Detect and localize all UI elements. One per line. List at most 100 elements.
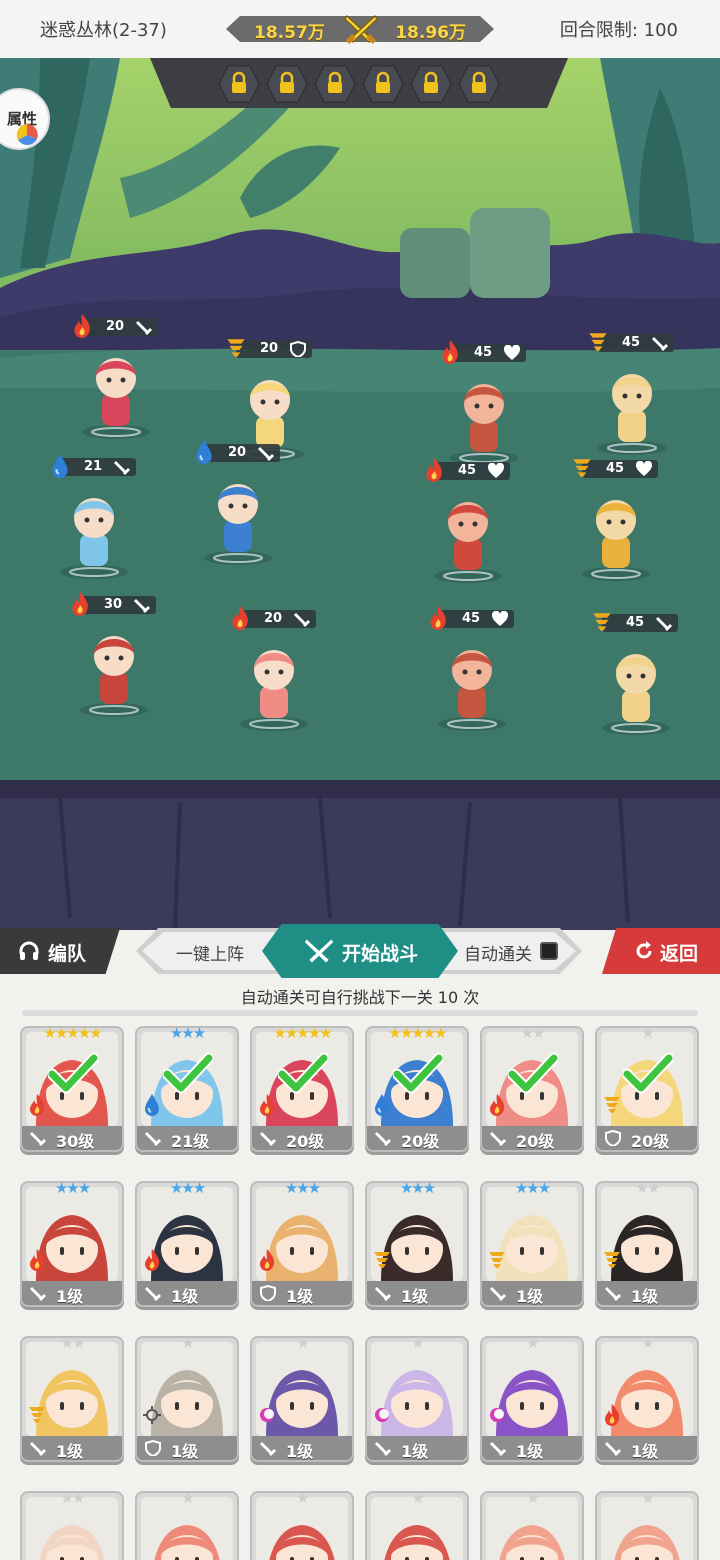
wind-icon bbox=[572, 456, 592, 484]
level-bar: 20级 bbox=[597, 1126, 697, 1151]
star-rating: ★ bbox=[526, 1489, 539, 1507]
enemy-level-tag: 45 bbox=[572, 458, 668, 480]
hero-card[interactable]: ★★ 1级 bbox=[595, 1179, 699, 1307]
star-rating: ★ bbox=[181, 1489, 194, 1507]
hero-card[interactable]: ★ 1级 bbox=[250, 1334, 354, 1462]
star-rating: ★ bbox=[641, 1334, 654, 1352]
enemy-unit[interactable] bbox=[576, 482, 656, 586]
hero-card[interactable]: ★★★★★ 20级 bbox=[365, 1024, 469, 1152]
star-rating: ★ bbox=[641, 1024, 654, 1042]
hero-card[interactable]: ★ bbox=[250, 1489, 354, 1560]
star-rating: ★ bbox=[181, 1334, 194, 1352]
unit-level: 21 bbox=[84, 459, 103, 474]
wind-icon bbox=[28, 1404, 46, 1426]
star-rating: ★★★★★ bbox=[388, 1024, 447, 1042]
unit-level: 45 bbox=[458, 463, 477, 478]
wind-icon bbox=[603, 1249, 621, 1271]
headset-icon bbox=[19, 941, 39, 960]
hero-card[interactable]: ★ 1级 bbox=[135, 1334, 239, 1462]
unit-level: 45 bbox=[462, 611, 481, 626]
enemy-unit[interactable] bbox=[592, 356, 672, 460]
hero-level: 1级 bbox=[286, 1442, 314, 1461]
sword-icon bbox=[30, 1285, 46, 1301]
enemy-unit[interactable] bbox=[428, 484, 508, 588]
level-bar: 1级 bbox=[252, 1436, 352, 1461]
sword-icon bbox=[30, 1440, 46, 1456]
sword-icon bbox=[605, 1440, 621, 1456]
star-rating: ★★★ bbox=[54, 1179, 91, 1197]
star-rating: ★ bbox=[296, 1334, 309, 1352]
water-icon bbox=[50, 454, 70, 482]
hero-card[interactable]: ★★★★★ 20级 bbox=[250, 1024, 354, 1152]
hero-card[interactable]: ★★★ 1级 bbox=[250, 1179, 354, 1307]
hero-card[interactable]: ★ bbox=[595, 1489, 699, 1560]
hero-level: 1级 bbox=[631, 1287, 659, 1306]
crossed-swords-icon bbox=[304, 939, 334, 963]
level-bar: 1级 bbox=[22, 1281, 122, 1306]
hero-card[interactable]: ★★★ 1级 bbox=[365, 1179, 469, 1307]
hero-card[interactable]: ★ 20级 bbox=[595, 1024, 699, 1152]
hero-level: 20级 bbox=[286, 1132, 325, 1151]
ally-unit[interactable] bbox=[198, 466, 278, 570]
hero-card[interactable]: ★★ 1级 bbox=[20, 1334, 124, 1462]
enemy-unit[interactable] bbox=[444, 366, 524, 470]
star-rating: ★ bbox=[296, 1489, 309, 1507]
hero-level: 1级 bbox=[401, 1442, 429, 1461]
hero-card[interactable]: ★★★ 1级 bbox=[135, 1179, 239, 1307]
start-battle-label: 开始战斗 bbox=[342, 943, 419, 965]
sword-icon bbox=[30, 1130, 46, 1146]
auto-clear-checkbox[interactable] bbox=[540, 942, 558, 960]
sword-icon bbox=[145, 1285, 161, 1301]
crossed-swords-icon bbox=[344, 15, 378, 44]
sword-icon bbox=[490, 1130, 506, 1146]
sword-icon bbox=[605, 1285, 621, 1301]
hero-card[interactable]: ★★★★★ 30级 bbox=[20, 1024, 124, 1152]
ally-unit[interactable] bbox=[74, 618, 154, 722]
shield-icon bbox=[290, 340, 306, 361]
level-bar: 1级 bbox=[137, 1281, 237, 1306]
hero-card[interactable]: ★★★ 21级 bbox=[135, 1024, 239, 1152]
ally-level-tag: 20 bbox=[226, 338, 322, 360]
hero-card[interactable]: ★ bbox=[480, 1489, 584, 1560]
hero-card[interactable]: ★ bbox=[135, 1489, 239, 1560]
quick-deploy-button[interactable]: 一键上阵 bbox=[176, 940, 244, 965]
hero-card[interactable]: ★ bbox=[365, 1489, 469, 1560]
sword-icon bbox=[375, 1440, 391, 1456]
wind-icon bbox=[592, 610, 612, 638]
hero-card[interactable]: ★★★ 1级 bbox=[20, 1179, 124, 1307]
hero-card[interactable]: ★★★ 1级 bbox=[480, 1179, 584, 1307]
enemy-unit[interactable] bbox=[432, 632, 512, 736]
hero-level: 1级 bbox=[631, 1442, 659, 1461]
hero-card[interactable]: ★ 1级 bbox=[595, 1334, 699, 1462]
auto-clear-hint: 自动通关可自行挑战下一关 10 次 bbox=[240, 988, 480, 1007]
enemy-unit[interactable] bbox=[596, 636, 676, 740]
ally-unit[interactable] bbox=[76, 340, 156, 444]
back-button[interactable]: 返回 bbox=[602, 928, 720, 974]
hero-card[interactable]: ★★ bbox=[20, 1489, 124, 1560]
ally-unit[interactable] bbox=[234, 632, 314, 736]
start-battle-button[interactable]: 开始战斗 bbox=[262, 924, 458, 978]
fire-icon bbox=[440, 340, 460, 368]
hero-card[interactable]: ★★ 20级 bbox=[480, 1024, 584, 1152]
level-bar: 1级 bbox=[137, 1436, 237, 1461]
fire-icon bbox=[28, 1094, 46, 1116]
ally-level-tag: 20 bbox=[194, 440, 290, 464]
ally-unit[interactable] bbox=[54, 480, 134, 584]
wind-icon bbox=[226, 336, 246, 364]
sword-icon bbox=[260, 1440, 276, 1456]
fire-icon bbox=[424, 458, 444, 486]
lock-icon bbox=[362, 65, 404, 103]
back-label: 返回 bbox=[660, 943, 699, 965]
team-button[interactable]: 编队 bbox=[0, 928, 120, 974]
hero-card[interactable]: ★ 1级 bbox=[365, 1334, 469, 1462]
lock-icon bbox=[458, 65, 500, 103]
star-rating: ★★★★★ bbox=[43, 1024, 102, 1042]
level-bar: 1级 bbox=[22, 1436, 122, 1461]
enemy-level-tag: 45 bbox=[428, 606, 524, 630]
star-rating: ★★★ bbox=[514, 1179, 551, 1197]
heart-icon bbox=[487, 462, 505, 483]
level-bar: 1级 bbox=[482, 1281, 582, 1306]
dark-icon bbox=[373, 1404, 391, 1426]
wind-icon bbox=[603, 1094, 621, 1116]
hero-card[interactable]: ★ 1级 bbox=[480, 1334, 584, 1462]
